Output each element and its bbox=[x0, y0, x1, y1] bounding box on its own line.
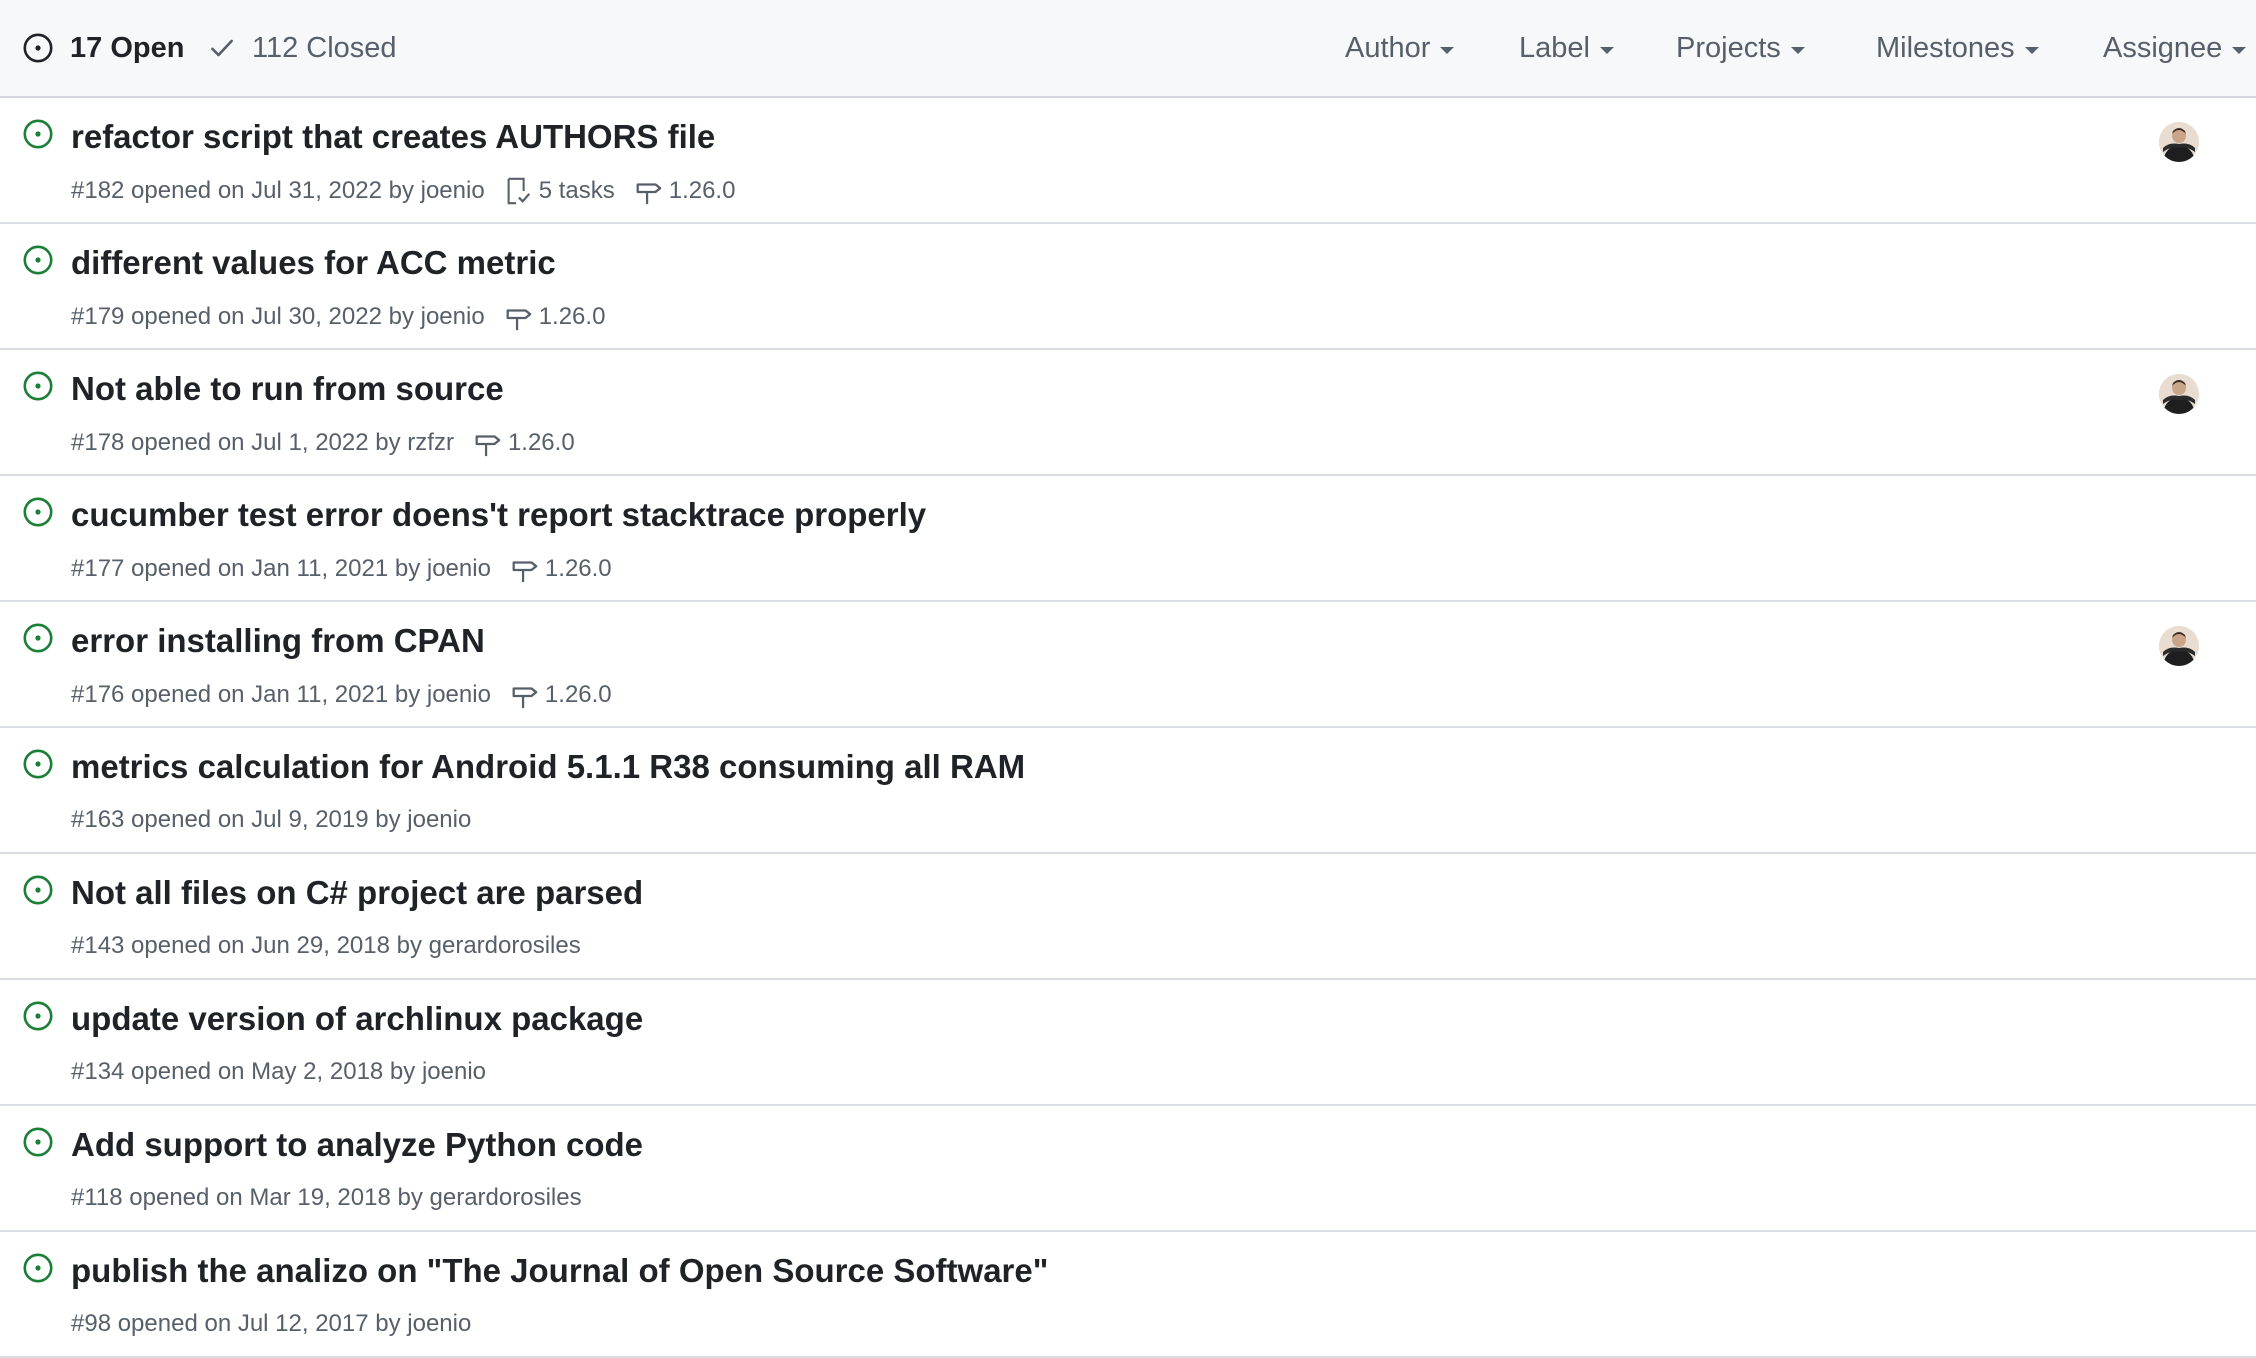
milestone-label: 1.26.0 bbox=[668, 177, 736, 204]
checklist-icon bbox=[507, 177, 530, 205]
caret-down-icon bbox=[1599, 46, 1614, 54]
issue-opened-info: #118 opened on Mar 19, 2018 by gerardoro… bbox=[71, 1184, 582, 1211]
avatar-image bbox=[2159, 626, 2199, 666]
assignee-filter[interactable]: Assignee bbox=[2103, 0, 2247, 96]
label-filter-label: Label bbox=[1519, 31, 1590, 64]
issue-title-link[interactable]: Not able to run from source bbox=[71, 370, 504, 408]
assignee-avatar[interactable] bbox=[2159, 122, 2199, 162]
issue-row: Not able to run from source #178 opened o… bbox=[0, 350, 2256, 476]
issue-meta: #182 opened on Jul 31, 2022 by joenio 5 t… bbox=[71, 176, 735, 206]
assignee-avatar[interactable] bbox=[2159, 626, 2199, 666]
issue-opened-icon bbox=[23, 1253, 53, 1283]
milestone-label: 1.26.0 bbox=[507, 429, 575, 456]
issue-row: publish the analizo on "The Journal of O… bbox=[0, 1232, 2256, 1358]
issue-opened-info: #179 opened on Jul 30, 2022 by joenio bbox=[71, 303, 485, 330]
open-issues-tab[interactable]: 17 Open bbox=[22, 0, 184, 96]
issue-row: Not all files on C# project are parsed #1… bbox=[0, 854, 2256, 980]
issue-opened-icon bbox=[23, 245, 53, 275]
issue-row: metrics calculation for Android 5.1.1 R3… bbox=[0, 728, 2256, 854]
issue-meta: #143 opened on Jun 29, 2018 by gerardoro… bbox=[71, 932, 581, 960]
issue-opened-icon bbox=[23, 371, 53, 401]
avatar-image bbox=[2159, 374, 2199, 414]
milestone-icon bbox=[512, 687, 538, 709]
issue-title-link[interactable]: metrics calculation for Android 5.1.1 R3… bbox=[71, 748, 1025, 786]
issue-opened-icon bbox=[23, 749, 53, 779]
caret-down-icon bbox=[2024, 46, 2039, 54]
issue-opened-info: #98 opened on Jul 12, 2017 by joenio bbox=[71, 1310, 472, 1337]
issue-title-link[interactable]: publish the analizo on "The Journal of O… bbox=[71, 1252, 1048, 1290]
issue-opened-info: #182 opened on Jul 31, 2022 by joenio bbox=[71, 177, 485, 204]
check-icon bbox=[211, 39, 233, 57]
issue-title-link[interactable]: refactor script that creates AUTHORS fil… bbox=[71, 118, 715, 156]
milestone-link[interactable]: 1.26.0 bbox=[503, 302, 606, 332]
milestone-link[interactable]: 1.26.0 bbox=[509, 680, 612, 710]
milestones-filter[interactable]: Milestones bbox=[1876, 0, 2039, 96]
projects-filter[interactable]: Projects bbox=[1676, 0, 1805, 96]
issue-opened-info: #177 opened on Jan 11, 2021 by joenio bbox=[71, 555, 491, 582]
milestone-icon bbox=[512, 561, 538, 583]
issue-meta: #179 opened on Jul 30, 2022 by joenio 1.2… bbox=[71, 302, 605, 332]
issue-opened-info: #176 opened on Jan 11, 2021 by joenio bbox=[71, 681, 491, 708]
issue-opened-info: #163 opened on Jul 9, 2019 by joenio bbox=[71, 806, 472, 833]
milestone-link[interactable]: 1.26.0 bbox=[509, 554, 612, 584]
milestone-link[interactable]: 1.26.0 bbox=[472, 428, 575, 458]
issue-opened-icon bbox=[23, 1127, 53, 1157]
issue-meta: #98 opened on Jul 12, 2017 by joenio bbox=[71, 1310, 471, 1338]
assignee-filter-label: Assignee bbox=[2103, 31, 2223, 64]
issue-title-link[interactable]: error installing from CPAN bbox=[71, 622, 485, 660]
issue-row: Add support to analyze Python code #118 o… bbox=[0, 1106, 2256, 1232]
issue-opened-icon bbox=[23, 119, 53, 149]
issue-opened-info: #143 opened on Jun 29, 2018 by gerardoro… bbox=[71, 932, 581, 959]
issue-opened-icon bbox=[23, 33, 53, 63]
issue-meta: #178 opened on Jul 1, 2022 by rzfzr 1.26.… bbox=[71, 428, 575, 458]
author-filter[interactable]: Author bbox=[1345, 0, 1455, 96]
task-count: 5 tasks bbox=[538, 177, 615, 204]
closed-issues-label: 112 Closed bbox=[252, 31, 397, 64]
issue-title-link[interactable]: update version of archlinux package bbox=[71, 1000, 643, 1038]
issue-title-link[interactable]: cucumber test error doens't report stack… bbox=[71, 496, 926, 534]
closed-issues-tab[interactable]: 112 Closed bbox=[208, 0, 397, 96]
issue-opened-info: #178 opened on Jul 1, 2022 by rzfzr bbox=[71, 429, 454, 456]
issue-meta: #177 opened on Jan 11, 2021 by joenio 1.2… bbox=[71, 554, 612, 584]
caret-down-icon bbox=[2232, 46, 2247, 54]
label-filter[interactable]: Label bbox=[1519, 0, 1614, 96]
milestone-icon bbox=[475, 435, 501, 457]
caret-down-icon bbox=[1440, 46, 1455, 54]
issue-opened-icon bbox=[23, 497, 53, 527]
author-filter-label: Author bbox=[1345, 31, 1431, 64]
issue-opened-icon bbox=[23, 875, 53, 905]
issue-title-link[interactable]: Not all files on C# project are parsed bbox=[71, 874, 643, 912]
issue-row: error installing from CPAN #176 opened on… bbox=[0, 602, 2256, 728]
issue-opened-icon bbox=[23, 1001, 53, 1031]
issue-row: cucumber test error doens't report stack… bbox=[0, 476, 2256, 602]
assignee-avatar[interactable] bbox=[2159, 374, 2199, 414]
issue-opened-icon bbox=[23, 623, 53, 653]
issue-opened-info: #134 opened on May 2, 2018 by joenio bbox=[71, 1058, 486, 1085]
issue-title-link[interactable]: different values for ACC metric bbox=[71, 244, 556, 282]
milestone-icon bbox=[506, 309, 531, 331]
issue-row: refactor script that creates AUTHORS fil… bbox=[0, 98, 2256, 224]
issue-meta: #134 opened on May 2, 2018 by joenio bbox=[71, 1058, 486, 1086]
issue-row: update version of archlinux package #134 … bbox=[0, 980, 2256, 1106]
avatar-image bbox=[2159, 122, 2199, 162]
issue-row: different values for ACC metric #179 open… bbox=[0, 224, 2256, 350]
milestone-label: 1.26.0 bbox=[544, 555, 612, 582]
milestone-label: 1.26.0 bbox=[544, 681, 612, 708]
issue-meta: #118 opened on Mar 19, 2018 by gerardoro… bbox=[71, 1184, 582, 1212]
task-progress[interactable]: 5 tasks bbox=[503, 176, 615, 206]
caret-down-icon bbox=[1790, 46, 1805, 54]
milestone-icon bbox=[636, 183, 662, 205]
issues-list-header: 17 Open 112 Closed Author Label Projects… bbox=[0, 0, 2256, 98]
issue-title-link[interactable]: Add support to analyze Python code bbox=[71, 1126, 643, 1164]
milestone-link[interactable]: 1.26.0 bbox=[633, 176, 736, 206]
issue-meta: #176 opened on Jan 11, 2021 by joenio 1.2… bbox=[71, 680, 612, 710]
projects-filter-label: Projects bbox=[1676, 31, 1781, 64]
issue-meta: #163 opened on Jul 9, 2019 by joenio bbox=[71, 806, 471, 834]
milestones-filter-label: Milestones bbox=[1876, 31, 2015, 64]
milestone-label: 1.26.0 bbox=[538, 303, 606, 330]
open-issues-label: 17 Open bbox=[70, 31, 185, 64]
